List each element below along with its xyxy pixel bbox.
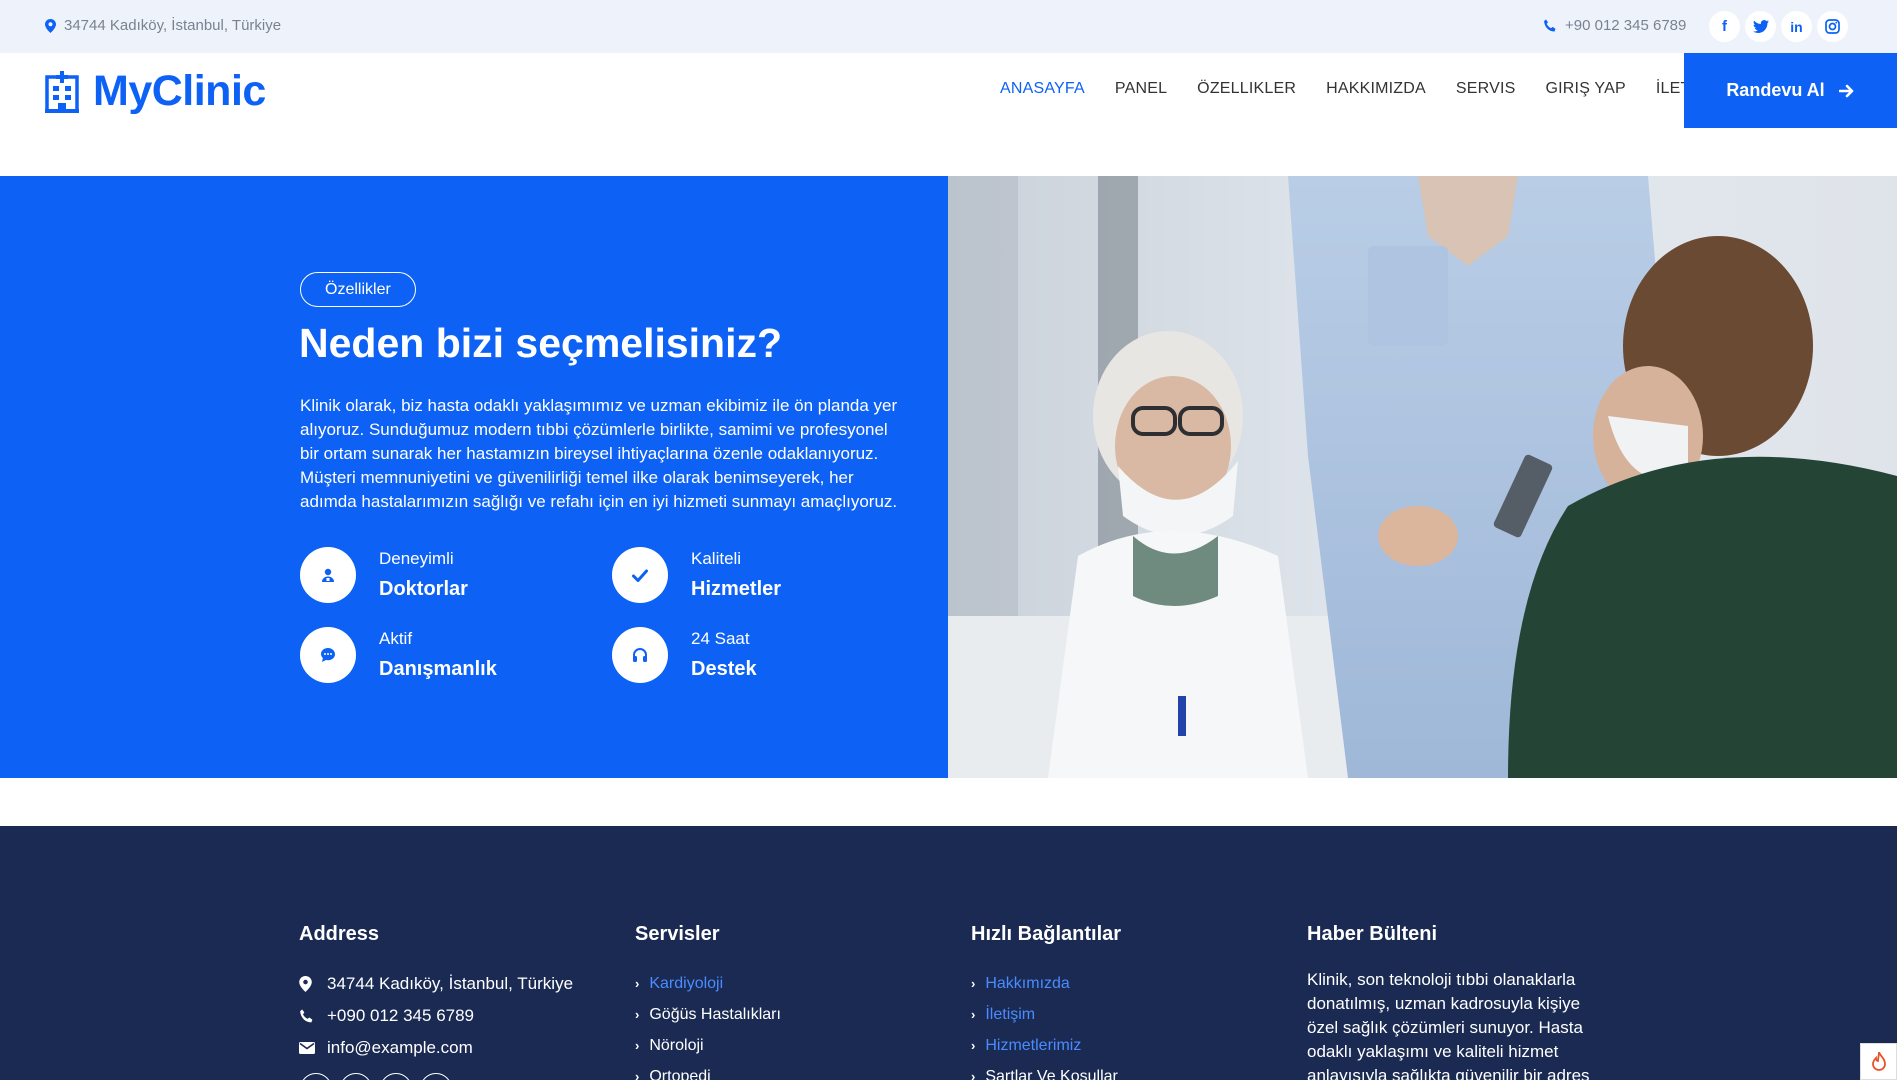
nav-item-anasayfa[interactable]: ANASAYFA (1000, 80, 1085, 98)
linkedin-icon[interactable] (380, 1073, 412, 1080)
chevron-right-icon: › (971, 976, 976, 991)
footer-quick-link-label: İletişim (985, 1005, 1036, 1023)
logo-text: MyClinic (93, 67, 266, 115)
twitter-icon[interactable] (340, 1073, 372, 1080)
chevron-right-icon: › (971, 1069, 976, 1080)
chevron-right-icon: › (635, 976, 640, 991)
feature-services-small: Kaliteli (691, 549, 742, 568)
main-header: MyClinic ANASAYFA PANEL ÖZELLIKLER HAKKI… (0, 53, 1897, 128)
main-nav: ANASAYFA PANEL ÖZELLIKLER HAKKIMIZDA SER… (1000, 80, 1754, 98)
footer-service-link[interactable]: › Nöroloji (635, 1030, 781, 1061)
footer-phone[interactable]: +090 012 345 6789 (299, 1000, 573, 1032)
topbar-address: 34744 Kadıköy, İstanbul, Türkiye (45, 17, 281, 34)
footer-service-label: Göğüs Hastalıkları (649, 1005, 781, 1023)
footer-service-label: Ortopedi (649, 1067, 711, 1080)
feature-consulting-small: Aktif (379, 629, 413, 648)
phone-icon (300, 1009, 313, 1022)
feature-support-small: 24 Saat (691, 629, 750, 648)
footer-newsletter-column: Haber Bülteni Klinik, son teknoloji tıbb… (1307, 923, 1592, 1080)
footer-links-column: Hızlı Bağlantılar › Hakkımızda › İletişim … (971, 923, 1121, 1080)
footer-email[interactable]: info@example.com (299, 1032, 573, 1064)
section-badge: Özellikler (300, 272, 416, 307)
feature-consulting: Aktif Danışmanlık (300, 627, 497, 683)
footer-quick-link-label: Şartlar Ve Koşullar (985, 1067, 1118, 1080)
footer-social-links (300, 1073, 452, 1080)
linkedin-icon[interactable]: in (1781, 11, 1812, 42)
phone-icon (1544, 19, 1556, 32)
chevron-right-icon: › (635, 1069, 640, 1080)
footer-service-label: Nöroloji (649, 1036, 704, 1054)
feature-doctors-small: Deneyimli (379, 549, 454, 568)
nav-item-servis[interactable]: SERVIS (1456, 80, 1516, 98)
footer-quick-link[interactable]: › Hakkımızda (971, 968, 1121, 999)
chevron-right-icon: › (971, 1007, 976, 1022)
footer-address-column: Address 34744 Kadıköy, İstanbul, Türkiye… (299, 923, 573, 1064)
doctor-icon (300, 547, 356, 603)
top-info-bar: 34744 Kadıköy, İstanbul, Türkiye +90 012… (0, 0, 1897, 53)
feature-doctors-big: Doktorlar (379, 578, 468, 600)
section-description: Klinik olarak, biz hasta odaklı yaklaşım… (300, 396, 898, 511)
topbar-phone-text: +90 012 345 6789 (1565, 17, 1687, 34)
feature-services-big: Hizmetler (691, 578, 782, 600)
nav-item-giris-yap[interactable]: GIRIŞ YAP (1546, 80, 1626, 98)
footer-service-link[interactable]: › Kardiyoloji (635, 968, 781, 999)
twitter-icon[interactable] (1745, 11, 1776, 42)
footer-phone-text: +090 012 345 6789 (327, 1006, 475, 1025)
appointment-button[interactable]: Randevu Al (1684, 53, 1897, 128)
chat-icon (300, 627, 356, 683)
feature-services: Kaliteli Hizmetler (612, 547, 781, 603)
feature-consulting-big: Danışmanlık (379, 658, 497, 680)
topbar-phone[interactable]: +90 012 345 6789 (1543, 17, 1686, 34)
appointment-button-label: Randevu Al (1726, 80, 1825, 100)
headset-icon (612, 627, 668, 683)
site-logo[interactable]: MyClinic (45, 67, 266, 116)
section-title: Neden bizi seçmelisiniz? (299, 320, 783, 366)
facebook-icon[interactable] (300, 1073, 332, 1080)
social-links: f in (1709, 11, 1848, 42)
flame-icon[interactable] (1860, 1043, 1897, 1080)
chevron-right-icon: › (971, 1038, 976, 1053)
footer-email-text: info@example.com (327, 1038, 473, 1057)
footer-newsletter-title: Haber Bülteni (1307, 923, 1438, 945)
hospital-icon (45, 70, 79, 113)
clinic-photo (948, 176, 1897, 778)
topbar-address-text: 34744 Kadıköy, İstanbul, Türkiye (64, 17, 282, 34)
footer-quick-link[interactable]: › İletişim (971, 999, 1121, 1030)
feature-support-big: Destek (691, 658, 757, 680)
instagram-icon[interactable] (1817, 11, 1848, 42)
footer-service-label: Kardiyoloji (649, 974, 724, 992)
feature-doctors: Deneyimli Doktorlar (300, 547, 468, 603)
footer-newsletter-text: Klinik, son teknoloji tıbbi olanaklarla … (1307, 970, 1590, 1080)
footer-service-link[interactable]: › Ortopedi (635, 1061, 781, 1080)
footer-services-title: Servisler (635, 923, 720, 945)
check-icon (612, 547, 668, 603)
nav-item-panel[interactable]: PANEL (1115, 80, 1167, 98)
location-pin-icon (45, 18, 56, 33)
site-footer (0, 826, 1897, 1080)
envelope-icon (299, 1042, 315, 1054)
footer-quick-link[interactable]: › Hizmetlerimiz (971, 1030, 1121, 1061)
feature-support: 24 Saat Destek (612, 627, 757, 683)
footer-service-link[interactable]: › Göğüs Hastalıkları (635, 999, 781, 1030)
footer-quick-link-label: Hakkımızda (985, 974, 1070, 992)
footer-links-title: Hızlı Bağlantılar (971, 923, 1122, 945)
footer-quick-link[interactable]: › Şartlar Ve Koşullar (971, 1061, 1121, 1080)
chevron-right-icon: › (635, 1038, 640, 1053)
instagram-icon[interactable] (420, 1073, 452, 1080)
arrow-right-icon (1838, 84, 1853, 97)
nav-item-hakkimizda[interactable]: HAKKIMIZDA (1326, 80, 1426, 98)
chevron-right-icon: › (635, 1007, 640, 1022)
nav-item-ozellikler[interactable]: ÖZELLIKLER (1197, 80, 1296, 98)
footer-quick-link-label: Hizmetlerimiz (985, 1036, 1082, 1054)
footer-address-title: Address (299, 923, 380, 945)
footer-address: 34744 Kadıköy, İstanbul, Türkiye (299, 968, 573, 1000)
facebook-icon[interactable]: f (1709, 11, 1740, 42)
footer-services-column: Servisler › Kardiyoloji › Göğüs Hastalıkla… (635, 923, 781, 1080)
location-pin-icon (299, 976, 312, 992)
footer-address-text: 34744 Kadıköy, İstanbul, Türkiye (327, 974, 574, 993)
